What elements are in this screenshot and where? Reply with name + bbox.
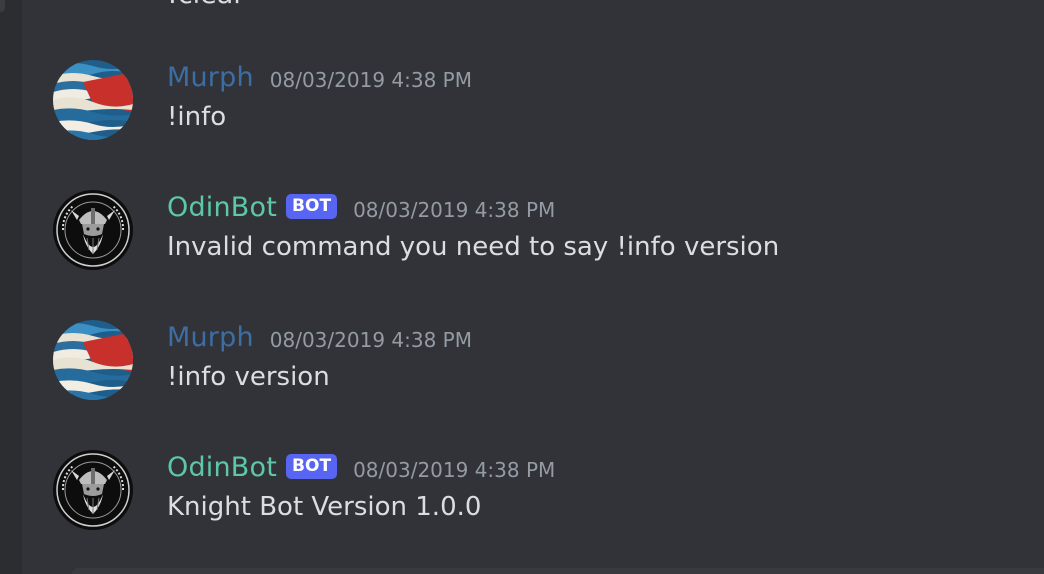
message-timestamp: 08/03/2019 4:38 PM	[353, 198, 556, 222]
message-content: Knight Bot Version 1.0.0	[167, 492, 482, 522]
message-header: OdinBot BOT 08/03/2019 4:38 PM	[167, 188, 555, 228]
message-header: OdinBot BOT 08/03/2019 4:38 PM	[167, 448, 555, 488]
viking-emblem-avatar-icon[interactable]	[53, 190, 133, 270]
viking-emblem-avatar-icon[interactable]	[53, 450, 133, 530]
bot-badge: BOT	[286, 453, 338, 479]
username[interactable]: Murph	[167, 321, 254, 355]
username[interactable]: OdinBot	[167, 191, 277, 225]
sidebar-scroll-notch	[0, 0, 5, 12]
bot-badge: BOT	[286, 193, 338, 219]
message-item[interactable]: OdinBot BOT 08/03/2019 4:38 PM Invalid c…	[22, 190, 1044, 280]
channel-sidebar-edge	[0, 0, 22, 574]
message-header: Murph 08/03/2019 4:38 PM	[167, 318, 472, 358]
message-item[interactable]: Murph 08/03/2019 4:38 PM !info version	[22, 320, 1044, 410]
username[interactable]: Murph	[167, 61, 254, 95]
wave-flag-avatar-icon[interactable]	[53, 60, 133, 140]
previous-message-content: !clear	[167, 0, 244, 10]
username[interactable]: OdinBot	[167, 451, 277, 485]
message-content: !info	[167, 102, 227, 132]
message-item[interactable]: OdinBot BOT 08/03/2019 4:38 PM Knight Bo…	[22, 450, 1044, 540]
message-content: Invalid command you need to say !info ve…	[167, 232, 780, 262]
message-content: !info version	[167, 362, 330, 392]
message-item[interactable]: Murph 08/03/2019 4:38 PM !info	[22, 60, 1044, 150]
message-timestamp: 08/03/2019 4:38 PM	[353, 458, 556, 482]
chat-window: !clear Murph 08/03/2019 4:38 PM !info Od…	[0, 0, 1044, 574]
message-header: Murph 08/03/2019 4:38 PM	[167, 58, 472, 98]
message-timestamp: 08/03/2019 4:38 PM	[269, 68, 472, 92]
message-list[interactable]: !clear Murph 08/03/2019 4:38 PM !info Od…	[22, 0, 1044, 574]
wave-flag-avatar-icon[interactable]	[53, 320, 133, 400]
message-input-bar[interactable]	[72, 568, 1044, 574]
message-timestamp: 08/03/2019 4:38 PM	[269, 328, 472, 352]
